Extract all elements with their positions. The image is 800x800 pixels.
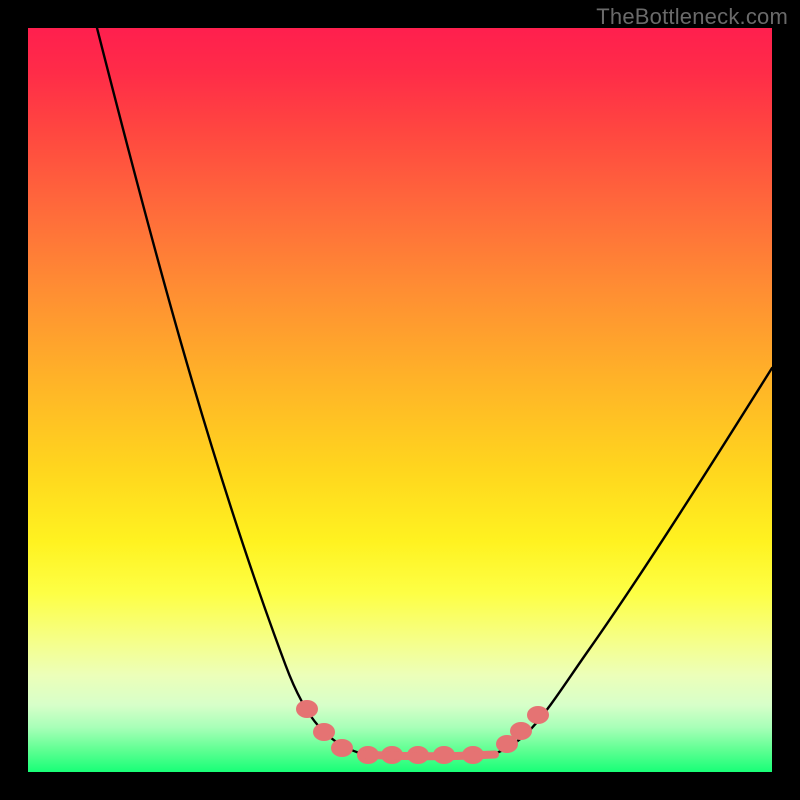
base-flat-segment: [361, 755, 495, 757]
watermark-text: TheBottleneck.com: [596, 4, 788, 30]
left-inner-marker: [331, 739, 353, 757]
right-outer-marker: [527, 706, 549, 724]
curve-layer: [28, 28, 772, 772]
chart-frame: TheBottleneck.com: [0, 0, 800, 800]
left-outer-marker: [296, 700, 318, 718]
plot-area: [28, 28, 772, 772]
right-branch-curve: [490, 368, 772, 755]
left-mid-marker: [313, 723, 335, 741]
right-mid-marker: [510, 722, 532, 740]
left-branch-curve: [97, 28, 366, 755]
